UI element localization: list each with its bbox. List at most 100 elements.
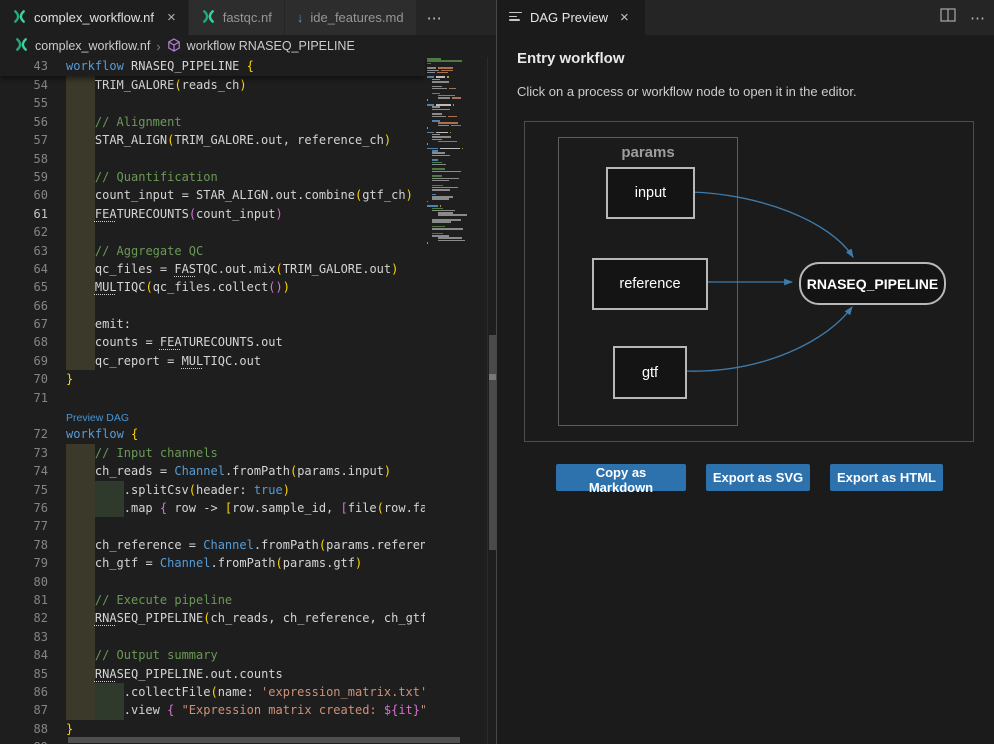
panel-description: Click on a process or workflow node to o… [517,84,857,99]
close-icon[interactable]: × [167,10,176,25]
export-as-svg-button[interactable]: Export as SVG [706,464,810,491]
code-line: 61FEATURECOUNTS(count_input) [0,205,425,223]
line-number: 74 [0,462,48,480]
code-line: 56// Alignment [0,113,425,131]
line-number: 67 [0,315,48,333]
line-number: 70 [0,370,48,388]
close-icon[interactable]: × [620,9,629,26]
code-line: 54TRIM_GALORE(reads_ch) [0,76,425,94]
line-number: 81 [0,591,48,609]
line-number: 79 [0,554,48,572]
code-line: 59// Quantification [0,168,425,186]
tab-label: fastqc.nf [223,10,272,25]
tab-ide_features.md[interactable]: ↓ide_features.md [285,0,417,35]
line-number: 65 [0,278,48,296]
code-line: 70} [0,370,425,388]
code-line: 55 [0,94,425,112]
horizontal-scrollbar-slider[interactable] [68,737,460,743]
line-number: 64 [0,260,48,278]
line-number: 57 [0,131,48,149]
code-line: 79ch_gtf = Channel.fromPath(params.gtf) [0,554,425,572]
preview-list-icon [509,12,522,24]
code-line: 71 [0,389,425,407]
line-number: 69 [0,352,48,370]
breadcrumb-separator: › [156,39,160,54]
dag-node-gtf[interactable]: gtf [613,346,687,399]
code-line: 63// Aggregate QC [0,242,425,260]
line-number: 72 [0,425,48,443]
code-line: 77 [0,517,425,535]
line-number: 62 [0,223,48,241]
panel-tab-bar: DAG Preview × ⋯ [497,0,994,35]
code-line: 74ch_reads = Channel.fromPath(params.inp… [0,462,425,480]
code-line: 82RNASEQ_PIPELINE(ch_reads, ch_reference… [0,609,425,627]
line-number: 83 [0,628,48,646]
code-line: 80 [0,573,425,591]
code-line: 81// Execute pipeline [0,591,425,609]
tab-fastqc.nf[interactable]: fastqc.nf [189,0,285,35]
breadcrumb[interactable]: complex_workflow.nf › workflow RNASEQ_PI… [0,35,496,57]
vertical-scrollbar[interactable] [487,57,496,744]
dag-node-rnaseq-pipeline[interactable]: RNASEQ_PIPELINE [799,262,946,305]
panel-heading: Entry workflow [517,50,625,67]
sticky-scroll-line[interactable]: 43workflow RNASEQ_PIPELINE { [0,57,425,76]
code-line: 68counts = FEATURECOUNTS.out [0,333,425,351]
codelens-row: Preview DAG [0,407,425,425]
code-line: 72workflow { [0,425,425,443]
export-as-html-button[interactable]: Export as HTML [830,464,943,491]
dag-node-reference[interactable]: reference [592,258,708,310]
tab-complex_workflow.nf[interactable]: complex_workflow.nf × [0,0,189,35]
line-number: 76 [0,499,48,517]
line-number: 54 [0,76,48,94]
breadcrumb-file[interactable]: complex_workflow.nf [35,39,150,53]
split-editor-icon[interactable] [940,8,956,27]
line-number: 59 [0,168,48,186]
line-number: 68 [0,333,48,351]
dag-node-input[interactable]: input [606,167,695,219]
line-number: 85 [0,665,48,683]
scrollbar-cursor-marker [489,374,496,380]
panel-tab-label: DAG Preview [530,10,608,25]
line-number: 89 [0,738,48,744]
tab-bar: complex_workflow.nf × fastqc.nf ↓ide_featur… [0,0,496,35]
nextflow-icon [201,9,216,27]
code-editor[interactable]: 54TRIM_GALORE(reads_ch)5556// Alignment5… [0,57,425,744]
code-line: 69qc_report = MULTIQC.out [0,352,425,370]
code-line: 58 [0,150,425,168]
line-number: 84 [0,646,48,664]
code-line: 75.splitCsv(header: true) [0,481,425,499]
markdown-arrow-icon: ↓ [297,10,304,25]
code-line: 87.view { "Expression matrix created: ${… [0,701,425,719]
code-line: 66 [0,297,425,315]
dag-preview-panel: DAG Preview × ⋯ Entry workflow Click on … [497,0,994,744]
line-number: 75 [0,481,48,499]
tab-label: complex_workflow.nf [34,10,154,25]
code-line: 64qc_files = FASTQC.out.mix(TRIM_GALORE.… [0,260,425,278]
line-number: 61 [0,205,48,223]
tab-dag-preview[interactable]: DAG Preview × [497,0,645,35]
code-line: 57STAR_ALIGN(TRIM_GALORE.out, reference_… [0,131,425,149]
tab-overflow-button[interactable]: ⋯ [417,0,453,35]
copy-as-markdown-button[interactable]: Copy as Markdown [556,464,686,491]
nextflow-icon [12,9,27,27]
code-line: 60count_input = STAR_ALIGN.out.combine(g… [0,186,425,204]
code-line: 86.collectFile(name: 'expression_matrix.… [0,683,425,701]
line-number: 87 [0,701,48,719]
code-line: 65MULTIQC(qc_files.collect()) [0,278,425,296]
nextflow-icon [14,37,29,55]
line-number: 86 [0,683,48,701]
minimap[interactable] [425,57,487,744]
code-line: 76.map { row -> [row.sample_id, [file(ro… [0,499,425,517]
line-number: 88 [0,720,48,738]
code-line: 67emit: [0,315,425,333]
line-number: 77 [0,517,48,535]
breadcrumb-symbol[interactable]: workflow RNASEQ_PIPELINE [187,39,355,53]
code-line: 88} [0,720,425,738]
vertical-scrollbar-slider[interactable] [489,335,496,550]
more-actions-icon[interactable]: ⋯ [970,9,986,27]
line-number: 78 [0,536,48,554]
code-line: 85RNASEQ_PIPELINE.out.counts [0,665,425,683]
symbol-cube-icon [167,38,181,55]
line-number: 66 [0,297,48,315]
dag-diagram: params input reference gtf RNASEQ_PIPELI… [524,121,974,442]
